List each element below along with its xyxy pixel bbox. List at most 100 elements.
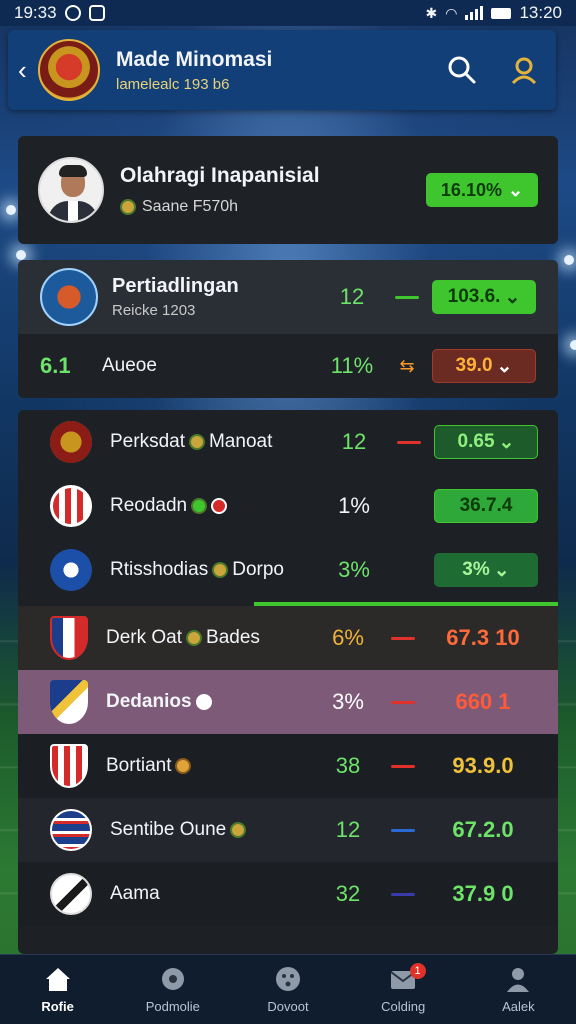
team-crest-icon xyxy=(40,268,98,326)
team-crest-icon xyxy=(50,485,92,527)
profile-stat-dropdown[interactable]: 16.10% ⌄ xyxy=(426,173,538,207)
badge-icon xyxy=(211,498,228,514)
badge-icon xyxy=(230,822,247,838)
team-score: 67.2.0 xyxy=(452,817,514,842)
team-score: 93.9.0 xyxy=(452,753,514,778)
team-score: 0.65 xyxy=(457,431,495,452)
stat-row-value-dropdown[interactable]: 39.0 ⌄ xyxy=(432,349,536,383)
user-icon xyxy=(511,57,537,85)
notification-icon xyxy=(64,5,81,21)
bluetooth-icon: ✱ xyxy=(425,4,438,21)
tab-label: Dovoot xyxy=(267,999,309,1014)
tab-colding[interactable]: 1 Colding xyxy=(346,955,461,1024)
featured-team-value: 103.6. xyxy=(447,286,501,307)
tab-label: Aalek xyxy=(502,999,535,1014)
team-name: Bortiant xyxy=(106,755,172,776)
team-name: Perksdat xyxy=(110,431,185,452)
team-number: 38 xyxy=(335,753,361,778)
profile-button[interactable] xyxy=(502,48,546,92)
tab-aalek[interactable]: Aalek xyxy=(461,955,576,1024)
team-score-dropdown[interactable]: 0.65 ⌄ xyxy=(434,425,538,459)
team-row[interactable]: Reodadn 1% 36.7.4 xyxy=(18,474,558,538)
badge-icon xyxy=(191,498,208,514)
tab-podmolie[interactable]: Podmolie xyxy=(115,955,230,1024)
team-shield-icon xyxy=(50,616,88,660)
dash-icon xyxy=(378,764,428,768)
dash-icon xyxy=(378,828,428,832)
avatar xyxy=(38,157,104,223)
team-number: 1% xyxy=(338,493,370,518)
team-name: Aama xyxy=(110,883,160,904)
team-extra: Bades xyxy=(206,627,260,648)
tab-home[interactable]: Rofie xyxy=(0,955,115,1024)
wifi-icon: ◠ xyxy=(445,4,458,21)
team-number: 12 xyxy=(335,817,361,842)
stadium-light xyxy=(564,255,574,265)
chevron-down-icon: ⌄ xyxy=(493,559,510,581)
dash-icon xyxy=(378,892,428,896)
badge-icon xyxy=(175,758,192,774)
tab-label: Colding xyxy=(381,999,426,1014)
team-row[interactable]: Derk Oat Bades 6% 67.3 10 xyxy=(18,606,558,670)
badge-icon xyxy=(195,694,212,710)
badge-icon xyxy=(120,199,136,215)
team-number: 3% xyxy=(332,689,364,714)
featured-team-number: 12 xyxy=(339,284,365,309)
status-time-right: 13:20 xyxy=(519,3,562,22)
team-row[interactable]: Perksdat Manoat 12 0.65 ⌄ xyxy=(18,410,558,474)
team-row[interactable]: Aama 32 37.9 0 xyxy=(18,862,558,926)
badge-icon xyxy=(186,630,203,646)
ball-icon xyxy=(158,965,188,993)
dash-icon xyxy=(384,440,434,444)
search-icon xyxy=(448,56,476,84)
team-crest-icon xyxy=(50,873,92,915)
chevron-down-icon: ⌄ xyxy=(498,431,515,453)
chevron-down-icon: ⌄ xyxy=(507,179,524,200)
profile-name: Olahragi Inapanisial xyxy=(120,164,320,187)
team-crest-icon xyxy=(50,549,92,591)
profile-card[interactable]: Olahragi Inapanisial Saane F570h 16.10% … xyxy=(18,136,558,244)
team-number: 32 xyxy=(335,881,361,906)
battery-icon xyxy=(491,7,512,19)
rank-label: 6.1 xyxy=(40,353,71,378)
team-list: Perksdat Manoat 12 0.65 ⌄ Reodadn 1% 36.… xyxy=(18,410,558,954)
app-header: ‹ Made Minomasi lamelealc 193 b6 xyxy=(8,30,556,110)
header-title: Made Minomasi xyxy=(116,47,273,71)
featured-team-value-dropdown[interactable]: 103.6. ⌄ xyxy=(432,280,536,314)
team-score-dropdown[interactable]: 3% ⌄ xyxy=(434,553,538,587)
dash-icon xyxy=(382,295,432,299)
stadium-light xyxy=(570,340,576,350)
bottom-tab-bar: Rofie Podmolie Dovoot 1 Colding Aalek xyxy=(0,954,576,1024)
club-crest-logo xyxy=(38,39,100,101)
team-extra: Manoat xyxy=(208,431,273,452)
badge-icon xyxy=(188,434,205,450)
featured-team-card: Pertiadlingan Reicke 1203 12 103.6. ⌄ 6.… xyxy=(18,260,558,398)
profile-stat-value: 16.10% xyxy=(440,179,502,200)
tab-label: Rofie xyxy=(41,999,74,1014)
featured-team-name: Pertiadlingan xyxy=(112,275,239,297)
person-icon xyxy=(503,965,533,993)
team-row-highlighted[interactable]: Dedanios 3% 660 1 xyxy=(18,670,558,734)
back-chevron-icon[interactable]: ‹ xyxy=(18,55,34,86)
featured-team-row[interactable]: Pertiadlingan Reicke 1203 12 103.6. ⌄ xyxy=(18,260,558,334)
home-icon xyxy=(43,965,73,993)
status-bar: 19:33 ✱ ◠ 13:20 xyxy=(0,0,576,26)
team-shield-icon xyxy=(50,744,88,788)
team-name: Derk Oat xyxy=(106,627,183,648)
search-button[interactable] xyxy=(440,48,484,92)
profile-subtitle: Saane F570h xyxy=(142,198,239,215)
app-icon xyxy=(88,5,105,21)
team-row[interactable]: Bortiant 38 93.9.0 xyxy=(18,734,558,798)
team-row[interactable]: Rtisshodias Dorpo 3% 3% ⌄ xyxy=(18,538,558,602)
status-time-left: 19:33 xyxy=(14,3,57,22)
chevron-down-icon: ⌄ xyxy=(504,286,521,308)
team-name: Reodadn xyxy=(110,495,188,516)
signal-icon xyxy=(465,6,484,20)
team-score-dropdown[interactable]: 36.7.4 xyxy=(434,489,538,523)
team-row[interactable]: Sentibe Oune 12 67.2.0 xyxy=(18,798,558,862)
tab-dovoot[interactable]: Dovoot xyxy=(230,955,345,1024)
badge-icon xyxy=(212,562,229,578)
team-extra: Dorpo xyxy=(232,559,284,580)
stat-row-name: Aueoe xyxy=(102,355,157,376)
featured-stat-row[interactable]: 6.1 Aueoe 11% ⇆ 39.0 ⌄ xyxy=(18,334,558,398)
